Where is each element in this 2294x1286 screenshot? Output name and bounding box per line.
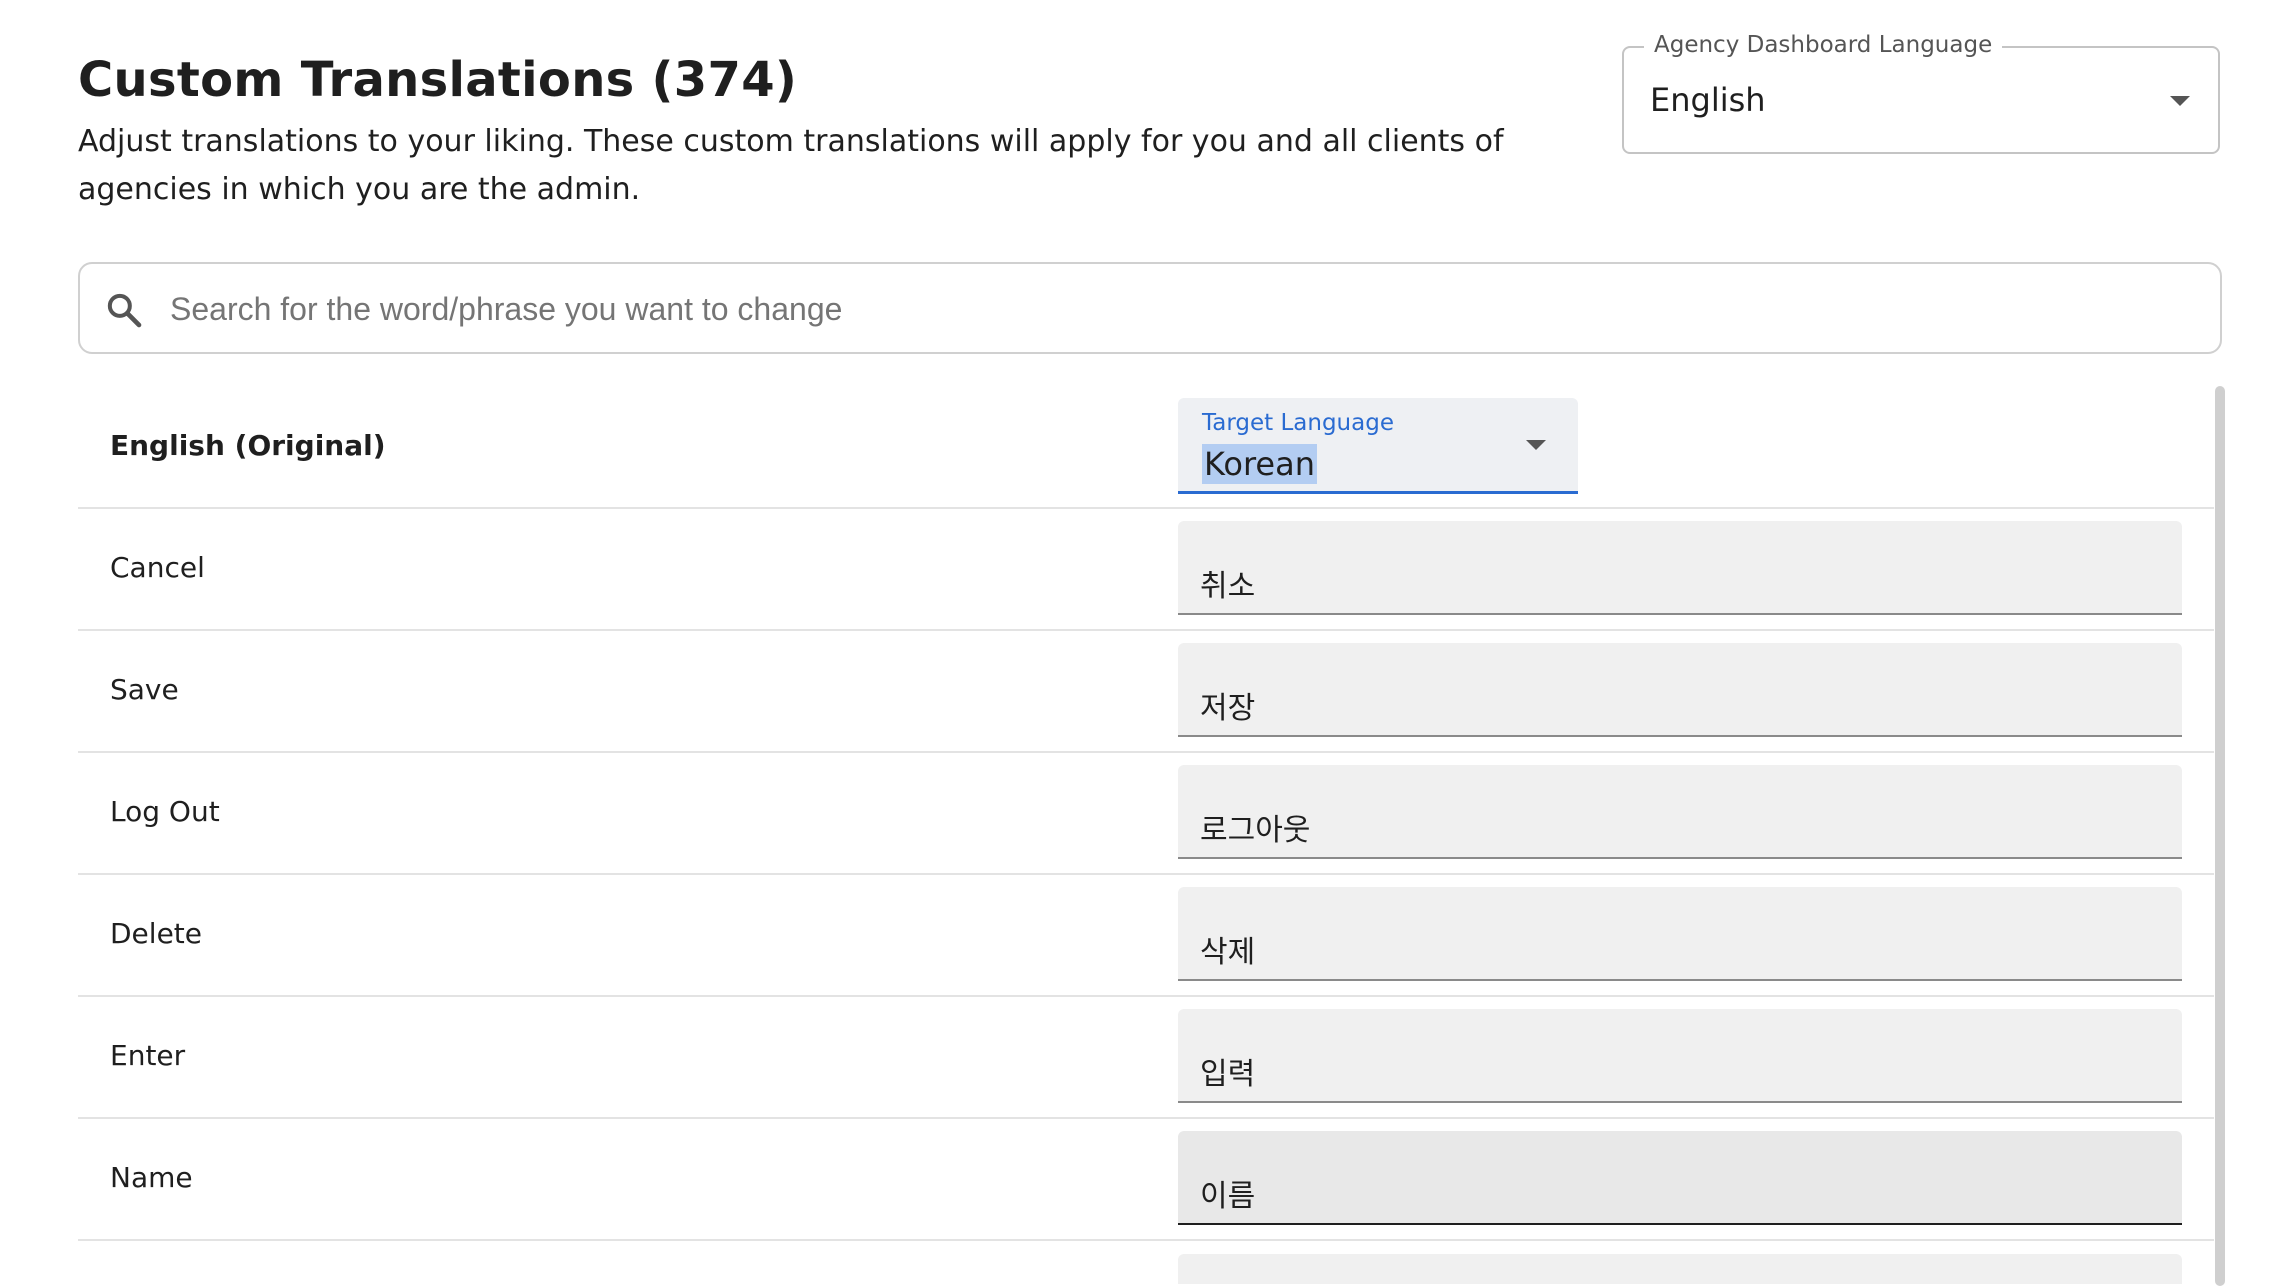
table-header-row: English (Original) Target Language Korea… xyxy=(78,395,2214,509)
table-row: Log Out xyxy=(78,753,2214,875)
search-icon xyxy=(107,293,142,328)
scrollbar[interactable] xyxy=(2215,386,2225,1286)
translation-field xyxy=(1178,765,2182,859)
table-row: Save xyxy=(78,631,2214,753)
dropdown-arrow-icon xyxy=(2170,96,2190,106)
translation-input[interactable] xyxy=(1200,1049,2160,1093)
page-title: Custom Translations (374) xyxy=(78,52,798,108)
original-text: Log Out xyxy=(110,795,220,828)
translation-field xyxy=(1178,1131,2182,1225)
table-row: Cancel xyxy=(78,509,2214,631)
translation-field xyxy=(1178,521,2182,615)
table-row: Enter xyxy=(78,997,2214,1119)
translation-input[interactable] xyxy=(1200,927,2160,971)
table-row: Delete xyxy=(78,875,2214,997)
page-description: Adjust translations to your liking. Thes… xyxy=(78,124,1504,207)
table-row: Name xyxy=(78,1119,2214,1241)
target-language-label: Target Language xyxy=(1202,410,1394,436)
translations-table: English (Original) Target Language Korea… xyxy=(78,395,2214,1241)
agency-dashboard-language-select[interactable]: Agency Dashboard Language English xyxy=(1622,32,2220,154)
dropdown-arrow-icon xyxy=(1526,440,1546,450)
original-text: Name xyxy=(110,1161,193,1194)
original-text: Save xyxy=(110,673,179,706)
translation-input[interactable] xyxy=(1200,1171,2160,1215)
dashboard-language-label: Agency Dashboard Language xyxy=(1644,32,2003,58)
target-language-value: Korean xyxy=(1202,444,1317,484)
translation-input[interactable] xyxy=(1200,805,2160,849)
translation-field[interactable] xyxy=(1178,1254,2182,1284)
original-text: Cancel xyxy=(110,551,205,584)
translation-field xyxy=(1178,643,2182,737)
search-input[interactable] xyxy=(168,266,2192,352)
original-text: Delete xyxy=(110,917,202,950)
translation-field xyxy=(1178,887,2182,981)
translation-field xyxy=(1178,1009,2182,1103)
translation-input[interactable] xyxy=(1200,561,2160,605)
search-bar xyxy=(78,262,2222,354)
original-text: Enter xyxy=(110,1039,186,1072)
target-language-select[interactable]: Target Language Korean xyxy=(1178,398,1578,494)
original-column-header: English (Original) xyxy=(110,429,386,462)
dashboard-language-value: English xyxy=(1650,81,1766,119)
translation-input[interactable] xyxy=(1200,683,2160,727)
